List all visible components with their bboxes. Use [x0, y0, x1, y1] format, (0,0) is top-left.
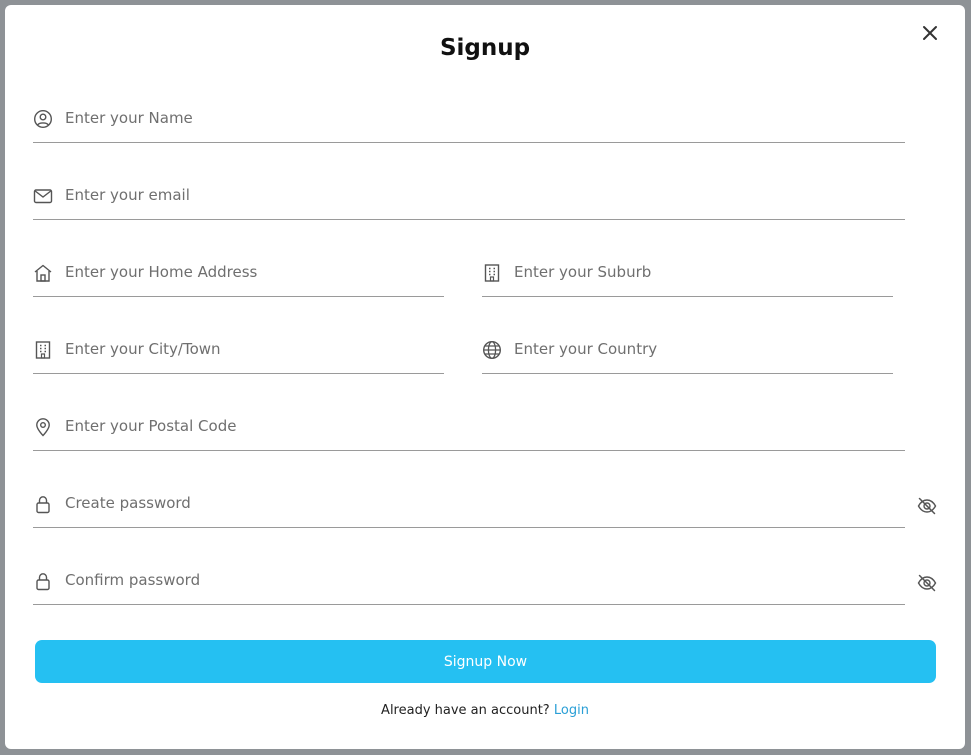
globe-icon: [482, 340, 502, 360]
password-input[interactable]: [65, 488, 901, 518]
suburb-input[interactable]: [514, 257, 889, 287]
email-input[interactable]: [65, 180, 901, 210]
confirm-password-field: [33, 565, 905, 605]
lock-icon: [36, 496, 50, 514]
confirm-password-input[interactable]: [65, 565, 901, 595]
login-prompt: Already have an account? Login: [5, 703, 965, 718]
signup-now-button[interactable]: Signup Now: [35, 640, 936, 683]
password-field: [33, 488, 905, 528]
email-field: [33, 180, 905, 220]
country-input[interactable]: [514, 334, 889, 364]
login-prompt-text: Already have an account?: [381, 703, 550, 718]
postal-code-field: [33, 411, 905, 451]
city-input[interactable]: [65, 334, 440, 364]
name-field: [33, 103, 905, 143]
suburb-field: [482, 257, 893, 297]
home-icon: [34, 264, 52, 282]
modal-title: Signup: [439, 35, 531, 61]
signup-modal: Signup Enter your Name Enter your email …: [5, 5, 965, 749]
name-input[interactable]: [65, 103, 901, 133]
home-address-input[interactable]: [65, 257, 440, 287]
lock-icon: [36, 573, 50, 591]
home-address-field: [33, 257, 444, 297]
mail-icon: [33, 189, 53, 204]
eye-off-icon[interactable]: [916, 495, 938, 517]
map-pin-icon: [36, 418, 50, 437]
country-field: [482, 334, 893, 374]
login-link[interactable]: Login: [554, 703, 589, 718]
close-button[interactable]: [918, 21, 942, 45]
postal-code-input[interactable]: [65, 411, 901, 441]
user-circle-icon: [33, 109, 53, 129]
city-field: [33, 334, 444, 374]
building-icon: [484, 264, 500, 282]
eye-off-icon[interactable]: [916, 572, 938, 594]
building-icon: [35, 341, 51, 359]
close-icon: [923, 26, 937, 40]
